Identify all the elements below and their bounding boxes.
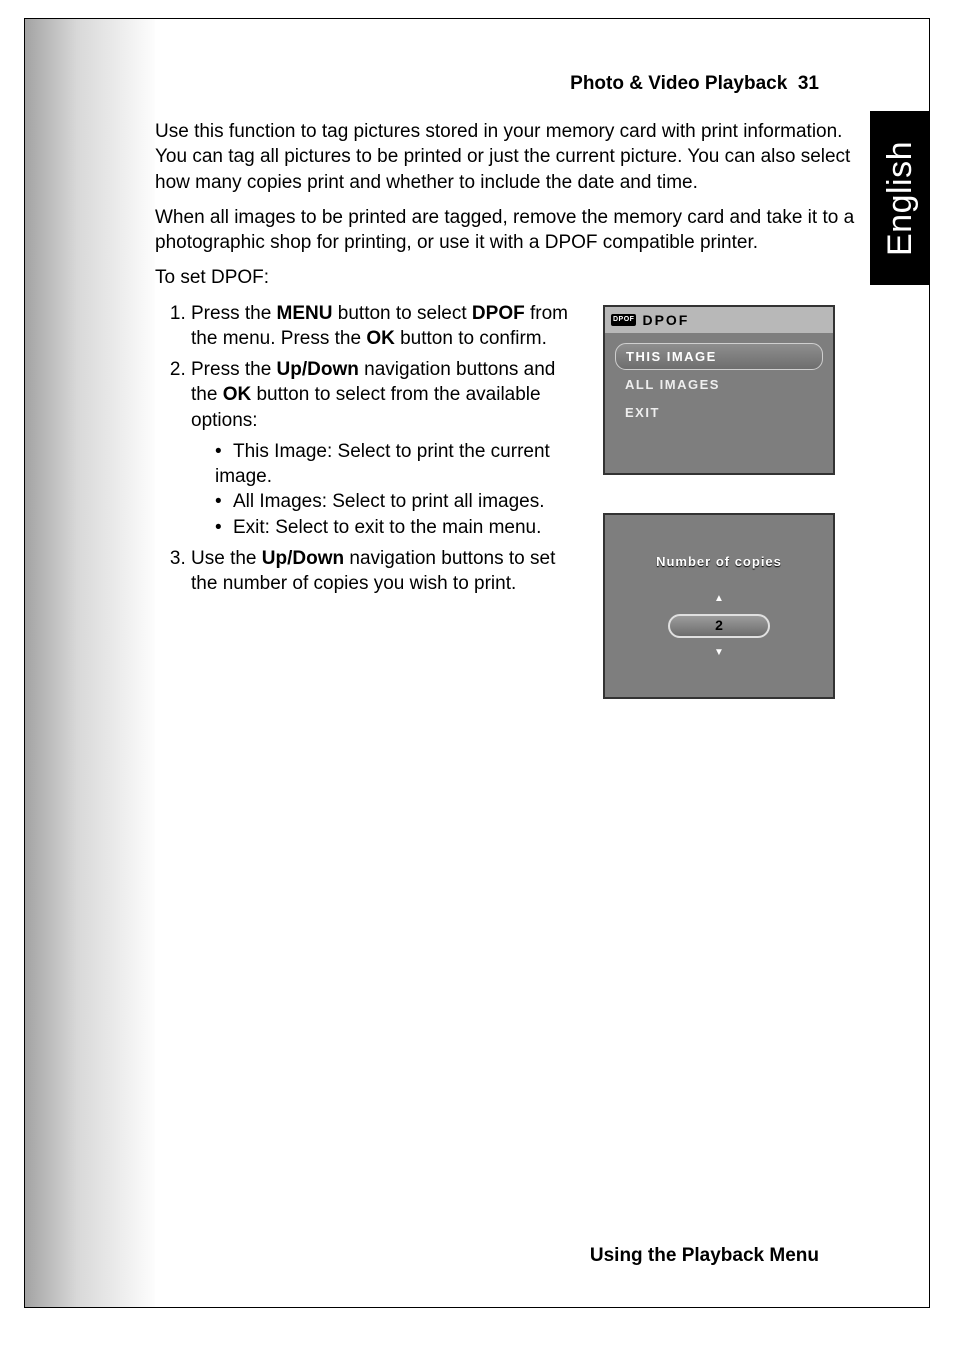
section-title: Photo & Video Playback [570,73,787,94]
opt-exit: Exit: Select to exit to the main menu. [215,515,585,540]
steps-column: Press the MENU button to select DPOF fro… [155,301,585,699]
copies-value: 2 [668,614,770,638]
menu-item-this-image: THIS IMAGE [615,343,823,370]
menu-button-label: MENU [277,303,333,324]
opt-all-images: All Images: Select to print all images. [215,489,585,514]
language-tab: English [870,111,930,285]
copies-title: Number of copies [656,553,782,570]
page-header: Photo & Video Playback 31 [570,73,819,95]
intro-para-1: Use this function to tag pictures stored… [155,119,855,195]
intro-para-3: To set DPOF: [155,265,855,290]
updown-label: Up/Down [277,359,359,380]
intro-para-2: When all images to be printed are tagged… [155,205,855,256]
ok-button-label: OK [366,328,395,349]
arrow-down-icon: ▼ [714,646,724,659]
page-footer: Using the Playback Menu [590,1245,819,1267]
menu-item-all-images: ALL IMAGES [615,372,823,397]
dpof-label: DPOF [472,303,525,324]
page-frame: English Photo & Video Playback 31 Use th… [24,18,930,1308]
device-menu-title-bar: DPOF DPOF [605,307,833,334]
device-copies-screen: Number of copies ▲ 2 ▼ [603,513,835,699]
step-2: Press the Up/Down navigation buttons and… [191,357,585,540]
opt-this-image: This Image: Select to print the current … [215,439,585,490]
step-3: Use the Up/Down navigation buttons to se… [191,546,585,597]
device-menu-title: DPOF [642,311,689,330]
dpof-icon: DPOF [611,314,636,325]
language-label: English [881,140,920,255]
content-area: Use this function to tag pictures stored… [155,119,855,699]
menu-item-exit: EXIT [615,400,823,425]
device-dpof-menu: DPOF DPOF THIS IMAGE ALL IMAGES EXIT [603,305,835,475]
updown-label-2: Up/Down [262,548,344,569]
step-1: Press the MENU button to select DPOF fro… [191,301,585,352]
page-number: 31 [798,73,819,94]
ok-button-label-2: OK [223,384,252,405]
left-gradient [25,19,155,1307]
arrow-up-icon: ▲ [714,592,724,605]
figures-column: DPOF DPOF THIS IMAGE ALL IMAGES EXIT Num… [603,301,853,699]
